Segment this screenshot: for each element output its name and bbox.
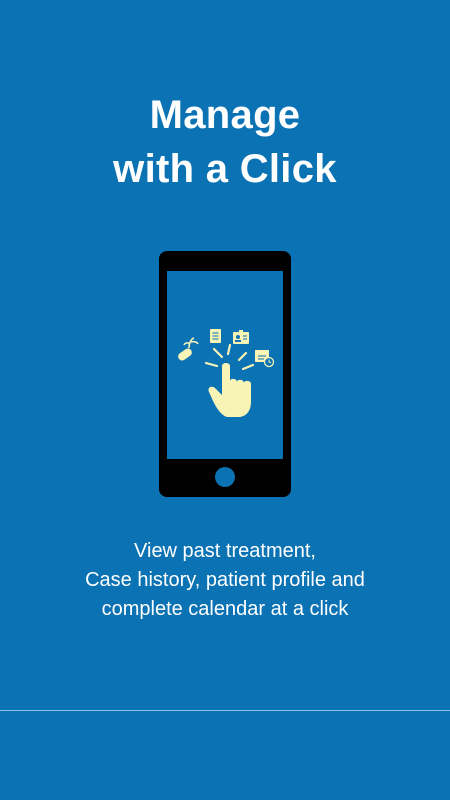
page-title: Manage with a Click [0,88,450,196]
id-card-icon [233,330,249,344]
title-line-1: Manage [149,93,301,137]
description-line-1: View past treatment, [134,540,316,562]
footer-divider [0,710,450,711]
illustration [158,250,292,498]
onboarding-screen: Manage with a Click View past treatment,… [0,0,450,800]
feature-description: View past treatment, Case history, patie… [0,537,450,624]
document-icon [210,329,221,343]
description-line-3: complete calendar at a click [101,598,349,620]
smartphone-icon [159,251,291,497]
title-line-2: with a Click [113,147,337,191]
description-line-2: Case history, patient profile and [85,569,365,591]
